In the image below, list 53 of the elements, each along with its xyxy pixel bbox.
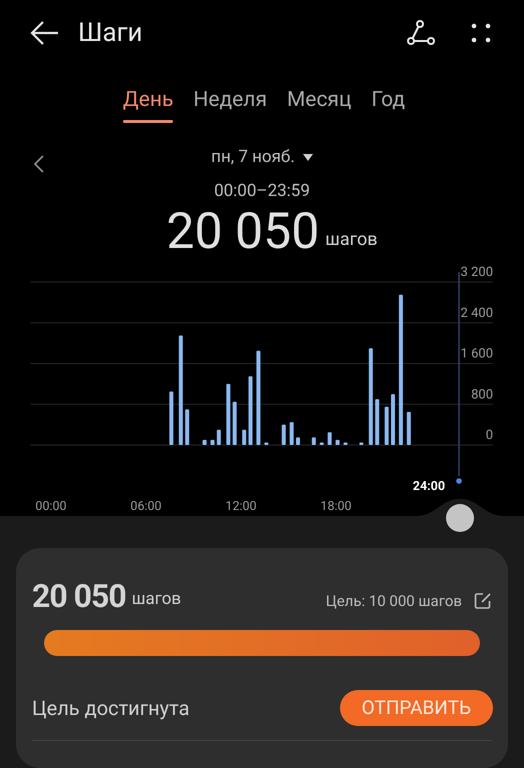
y-tick-label: 2 400: [460, 306, 493, 321]
steps-total: 20 050: [32, 578, 126, 614]
bar: [384, 406, 389, 445]
x-tick-label: 12:00: [225, 499, 257, 514]
bar: [185, 409, 190, 445]
bar: [210, 440, 214, 445]
dropdown-icon: [302, 154, 313, 161]
bar: [290, 422, 294, 445]
bar: [264, 442, 268, 445]
bar: [169, 392, 174, 445]
x-tick-label: 18:00: [320, 499, 352, 514]
share-icon[interactable]: [406, 20, 436, 46]
bar: [406, 412, 411, 445]
cursor-time: 24:00: [412, 479, 445, 494]
bar: [232, 402, 237, 445]
date-dropdown[interactable]: пн, 7 нояб.: [211, 144, 313, 170]
period-tab[interactable]: Месяц: [286, 86, 352, 124]
bar: [320, 442, 324, 445]
bar: [312, 437, 316, 445]
bar: [202, 440, 207, 445]
goal-status: Цель достигнута: [32, 695, 190, 722]
bar: [336, 440, 340, 445]
y-tick-label: 1 600: [460, 346, 493, 362]
bar: [328, 432, 332, 445]
previous-icon[interactable]: [34, 155, 44, 174]
bar: [216, 430, 221, 445]
y-tick-label: 800: [471, 387, 493, 402]
period-tab[interactable]: День: [122, 86, 174, 124]
bar: [248, 376, 252, 445]
bar: [226, 384, 230, 445]
bar: [391, 394, 395, 445]
steps-unit: шагов: [325, 228, 378, 252]
y-tick-label: 0: [486, 428, 493, 443]
edit-icon[interactable]: [474, 592, 492, 610]
y-tick-label: 3 200: [460, 265, 493, 280]
x-tick-label: 00:00: [35, 499, 67, 514]
total-steps: 20 050: [166, 205, 320, 259]
bar: [375, 399, 380, 445]
bar: [282, 424, 286, 445]
cursor-dot: [456, 478, 462, 484]
page-title: Шаги: [78, 16, 143, 50]
bar: [242, 430, 246, 445]
period-tab[interactable]: Год: [371, 86, 406, 124]
back-icon[interactable]: [30, 20, 60, 46]
goal-text: Цель: 10 000 шагов: [326, 590, 462, 612]
bar: [344, 442, 348, 445]
bar: [296, 437, 300, 445]
menu-icon[interactable]: [470, 23, 492, 44]
time-range: 00:00–23:59: [214, 180, 310, 203]
bar: [359, 442, 364, 445]
steps-unit: шагов: [132, 588, 182, 610]
period-tab[interactable]: Неделя: [193, 86, 267, 124]
x-tick-label: 06:00: [130, 499, 162, 514]
